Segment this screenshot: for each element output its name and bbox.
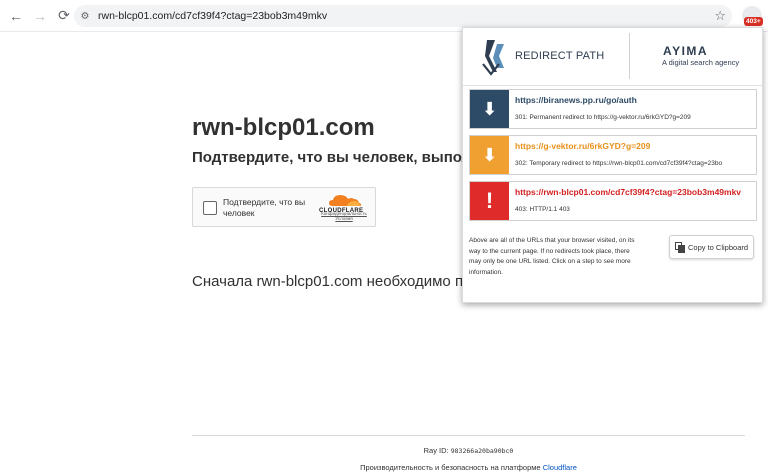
footer-text: Производительность и безопасность на пла… xyxy=(360,463,541,472)
exclamation-icon: ! xyxy=(470,182,509,220)
redirect-step-detail: 302: Temporary redirect to https://rwn-b… xyxy=(515,160,723,167)
address-bar[interactable]: ⚙ rwn-blcp01.com/cd7cf39f4?ctag=23bob3m4… xyxy=(74,5,732,27)
arrow-down-icon: ⬇ xyxy=(470,136,509,174)
footer-divider xyxy=(192,435,745,436)
redirect-step-url[interactable]: https://rwn-blcp01.com/cd7cf39f4?ctag=23… xyxy=(515,187,755,197)
captcha-checkbox[interactable] xyxy=(203,201,217,215)
redirect-path-popup: REDIRECT PATH AYIMA A digital search age… xyxy=(462,27,763,303)
redirect-path-brand: REDIRECT PATH xyxy=(515,50,605,62)
address-url[interactable]: rwn-blcp01.com/cd7cf39f4?ctag=23bob3m49m… xyxy=(98,10,327,22)
cloudflare-link[interactable]: Cloudflare xyxy=(543,463,577,472)
redirect-step[interactable]: ⬇ https://biranews.pp.ru/go/auth 301: Pe… xyxy=(469,89,757,129)
cloudflare-captcha-widget: Подтвердите, что вы человек CLOUDFLARE К… xyxy=(192,187,376,227)
redirect-step[interactable]: ⬇ https://g-vektor.ru/6rkGYD?g=209 302: … xyxy=(469,135,757,175)
redirect-step-detail: 301: Permanent redirect to https://g-vek… xyxy=(515,114,691,121)
reload-icon[interactable]: ⟳ xyxy=(52,4,76,28)
forward-arrow-icon[interactable]: → xyxy=(28,4,52,28)
extension-badge: 403+ xyxy=(744,17,763,26)
redirect-step-url[interactable]: https://biranews.pp.ru/go/auth xyxy=(515,95,755,105)
arrow-down-icon: ⬇ xyxy=(470,90,509,128)
redirect-step-detail: 403: HTTP/1.1 403 xyxy=(515,206,570,213)
ayima-logo[interactable]: AYIMA xyxy=(663,44,708,58)
redirect-step[interactable]: ! https://rwn-blcp01.com/cd7cf39f4?ctag=… xyxy=(469,181,757,221)
clipboard-icon xyxy=(675,241,685,253)
ray-id-line: Ray ID: 983266a20ba90bc0 xyxy=(0,446,768,455)
bookmark-star-icon[interactable]: ☆ xyxy=(714,8,726,24)
header-separator xyxy=(629,33,630,79)
cloudflare-cloud-icon xyxy=(329,195,361,206)
back-arrow-icon[interactable]: ← xyxy=(4,4,28,28)
popup-info-text: Above are all of the URLs that your brow… xyxy=(469,237,635,276)
page-subtitle: Подтвердите, что вы человек, выполни xyxy=(192,149,490,166)
ray-id-value: 983266a20ba90bc0 xyxy=(450,447,514,455)
captcha-label: Подтвердите, что вы человек xyxy=(223,197,306,218)
copy-to-clipboard-button[interactable]: Copy to Clipboard xyxy=(669,235,754,259)
ray-id-label: Ray ID: xyxy=(423,446,449,455)
ayima-tagline: A digital search agency xyxy=(662,58,740,67)
page-title: rwn-blcp01.com xyxy=(192,114,375,141)
copy-button-label[interactable]: Copy to Clipboard xyxy=(688,243,748,252)
popup-header: REDIRECT PATH AYIMA A digital search age… xyxy=(463,28,763,86)
redirect-step-url[interactable]: https://g-vektor.ru/6rkGYD?g=209 xyxy=(515,141,755,151)
captcha-privacy-links[interactable]: Конфиденциальность Условия xyxy=(319,211,369,221)
page-footer: Производительность и безопасность на пла… xyxy=(0,463,768,472)
redirect-path-logo-icon xyxy=(482,40,504,76)
site-info-icon[interactable]: ⚙ xyxy=(74,11,96,22)
